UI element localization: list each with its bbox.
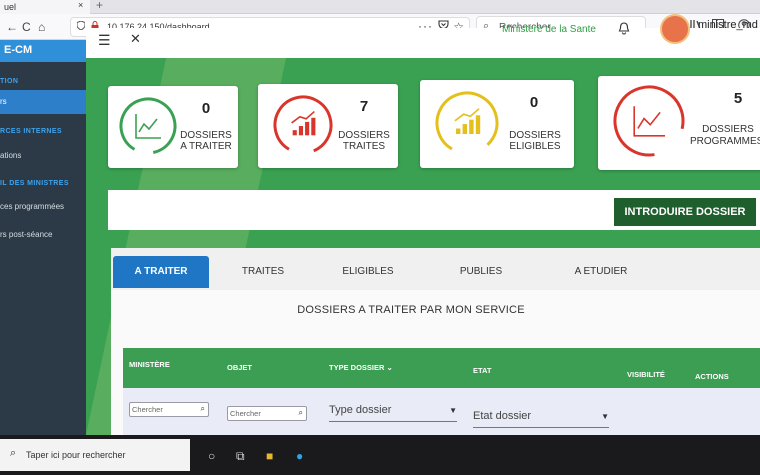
etat-dossier-select[interactable]: Etat dossier ▼ (473, 408, 609, 428)
sidebar-item-dossiers[interactable]: rs (0, 90, 86, 114)
stat-count: 7 (359, 98, 369, 115)
stat-card-eligibles[interactable]: 0 DOSSIERS ELIGIBLES (420, 80, 574, 168)
app-brand[interactable]: E-CM (0, 40, 86, 62)
col-visibilite[interactable]: VISIBILITÉ (627, 370, 665, 379)
stat-count: 0 (529, 94, 539, 111)
bar-chart-up-icon (454, 108, 481, 134)
sidebar-item-seances[interactable]: ces programmées (0, 202, 64, 211)
avatar[interactable] (660, 14, 690, 44)
dashboard-main: 0 DOSSIERS A TRAITER 7 DOSSIERS TRAITES … (86, 58, 760, 435)
stat-count: 5 (733, 90, 743, 107)
taskbar-search[interactable]: ⌕ Taper ici pour rechercher (0, 439, 190, 471)
caret-down-icon: ▼ (449, 406, 457, 415)
taskbar: ⌕ Taper ici pour rechercher ○ ⧉ ■ ● (0, 435, 760, 475)
folder-icon[interactable]: ■ (266, 449, 273, 463)
sidebar-item-post-seance[interactable]: rs post-séance (0, 230, 52, 239)
username[interactable]: ministre_md (698, 19, 758, 31)
browser-tab[interactable]: uel (0, 0, 90, 14)
search-icon: ⌕ (298, 408, 303, 417)
search-icon: ⌕ (10, 447, 17, 459)
type-dossier-value: Type dossier (329, 404, 392, 416)
etat-dossier-value: Etat dossier (473, 410, 532, 422)
filter-row: Chercher ⌕ Chercher ⌕ Type dossier ▼ Eta… (123, 388, 760, 435)
col-objet[interactable]: OBJET (227, 363, 252, 372)
task-view-icon[interactable]: ⧉ (236, 449, 245, 464)
caret-down-icon: ▼ (601, 412, 609, 421)
ring-stroke (613, 85, 685, 157)
search-icon: ⌕ (200, 404, 205, 413)
objet-search-input[interactable]: Chercher ⌕ (227, 406, 307, 421)
ring-stroke (273, 95, 333, 155)
type-dossier-select[interactable]: Type dossier ▼ (329, 402, 457, 422)
sidebar-item-label: rs (0, 97, 7, 106)
col-type-label: TYPE DOSSIER (329, 363, 385, 372)
chevron-down-icon: ⌄ (386, 363, 393, 372)
ring-stroke (119, 97, 177, 155)
reload-icon[interactable]: C (22, 20, 31, 34)
tab-a-etudier[interactable]: A ETUDIER (561, 256, 641, 288)
ministry-name: Ministere de la Sante (502, 24, 596, 35)
objet-placeholder: Chercher (230, 409, 261, 418)
stat-label-line2: PROGRAMMES (690, 136, 760, 147)
close-icon[interactable]: ✕ (130, 31, 141, 47)
stat-ring (272, 94, 334, 156)
stat-ring (118, 96, 178, 156)
close-tab-icon[interactable]: × (78, 0, 83, 10)
tab-eligibles[interactable]: ELIGIBLES (333, 256, 403, 288)
stat-ring (612, 84, 686, 158)
cortana-icon[interactable]: ○ (208, 449, 215, 463)
stat-label-line1: DOSSIERS (509, 130, 561, 141)
stat-ring (434, 90, 500, 156)
bar-chart-up-icon (291, 110, 316, 136)
app-header: ☰ ✕ Ministere de la Sante ministre_md (86, 14, 760, 58)
tab-a-traiter[interactable]: A TRAITER (113, 256, 209, 288)
table-header: MINISTÈRE OBJET TYPE DOSSIER ⌄ ETAT VISI… (123, 348, 760, 388)
ring-stroke (435, 91, 499, 155)
taskbar-search-placeholder: Taper ici pour rechercher (26, 450, 126, 460)
sidebar: E-CM TION rs RCES INTERNES ations IL DES… (0, 40, 86, 435)
ministere-placeholder: Chercher (132, 405, 163, 414)
stat-card-programmes[interactable]: 5 DOSSIERS PROGRAMMES (598, 76, 760, 170)
shield-icon[interactable] (76, 20, 86, 33)
panel-title: DOSSIERS A TRAITER PAR MON SERVICE (297, 304, 525, 316)
browser-tab-title: uel (4, 2, 17, 12)
menu-icon[interactable]: ☰ (98, 32, 111, 49)
bell-icon[interactable] (618, 22, 630, 38)
col-actions: ACTIONS (695, 372, 729, 381)
chart-line-icon (135, 114, 161, 139)
stat-label-line1: DOSSIERS (180, 130, 232, 141)
new-tab-icon[interactable]: + (96, 0, 103, 12)
sidebar-item-operations[interactable]: ations (0, 151, 21, 160)
sidebar-section-ressources: RCES INTERNES (0, 128, 62, 135)
stat-label-line2: ELIGIBLES (509, 141, 561, 152)
edge-icon[interactable]: ● (296, 449, 303, 463)
browser-tab-bar: uel × + (0, 0, 760, 14)
stat-label-line1: DOSSIERS (702, 124, 754, 135)
tab-publies[interactable]: PUBLIES (449, 256, 513, 288)
back-icon[interactable]: ← (6, 20, 18, 34)
brand-name: E-CM (4, 44, 33, 56)
stat-label-line2: A TRAITER (180, 141, 232, 152)
stat-count: 0 (201, 100, 211, 117)
dossier-tabs: A TRAITER TRAITES ELIGIBLES PUBLIES A ET… (111, 248, 760, 290)
ministere-search-input[interactable]: Chercher ⌕ (129, 402, 209, 417)
tab-traites[interactable]: TRAITES (231, 256, 295, 288)
home-icon[interactable]: ⌂ (38, 20, 45, 34)
stat-label-line2: TRAITES (342, 141, 386, 152)
stat-card-a-traiter[interactable]: 0 DOSSIERS A TRAITER (108, 86, 238, 168)
col-ministere[interactable]: MINISTÈRE (129, 360, 170, 369)
stat-card-traites[interactable]: 7 DOSSIERS TRAITES (258, 84, 398, 168)
col-type-dossier[interactable]: TYPE DOSSIER ⌄ (329, 363, 393, 372)
introduire-dossier-button[interactable]: INTRODUIRE DOSSIER (614, 198, 756, 226)
sidebar-section-main: TION (0, 78, 19, 85)
dossiers-panel: A TRAITER TRAITES ELIGIBLES PUBLIES A ET… (111, 248, 760, 435)
chart-line-icon (633, 106, 666, 137)
col-etat[interactable]: ETAT (473, 366, 491, 375)
sidebar-section-conseil: IL DES MINISTRES (0, 180, 69, 187)
stat-label-line1: DOSSIERS (338, 130, 390, 141)
